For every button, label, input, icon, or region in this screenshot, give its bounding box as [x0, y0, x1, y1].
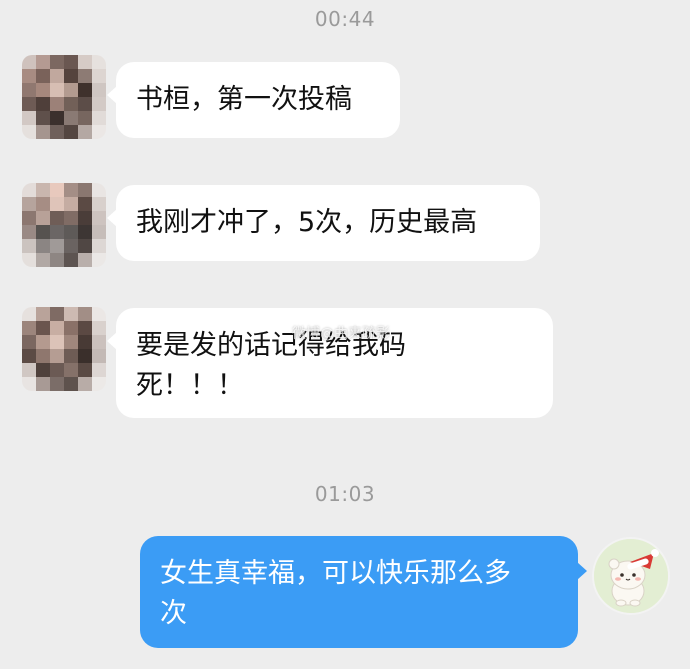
contact-avatar[interactable] — [22, 307, 106, 391]
message-text: 书桓，第一次投稿 — [136, 84, 352, 115]
pixelated-avatar-icon — [22, 307, 106, 391]
pixelated-avatar-icon — [22, 55, 106, 139]
message-bubble[interactable]: 书桓，第一次投稿 — [107, 62, 400, 138]
message-text-line: 次 — [160, 598, 187, 629]
contact-avatar[interactable] — [22, 55, 106, 139]
chat-timestamp: 00:44 — [314, 7, 376, 31]
message-text-line: 女生真幸福，可以快乐那么多 — [160, 558, 511, 589]
message-bubble[interactable]: 要是发的话记得给我码 死！！！ — [107, 308, 553, 418]
bear-santa-hat-icon — [594, 539, 668, 613]
self-avatar[interactable] — [592, 537, 670, 615]
message-bubble[interactable]: 我刚才冲了，5次，历史最高 — [107, 185, 540, 261]
message-text-line: 要是发的话记得给我码 — [136, 330, 406, 361]
message-text: 我刚才冲了，5次，历史最高 — [136, 207, 478, 238]
message-text-line: 死！！！ — [136, 370, 244, 401]
contact-avatar[interactable] — [22, 183, 106, 267]
pixelated-avatar-icon — [22, 183, 106, 267]
message-bubble[interactable]: 女生真幸福，可以快乐那么多 次 — [140, 536, 587, 648]
chat-timestamp: 01:03 — [314, 482, 376, 506]
